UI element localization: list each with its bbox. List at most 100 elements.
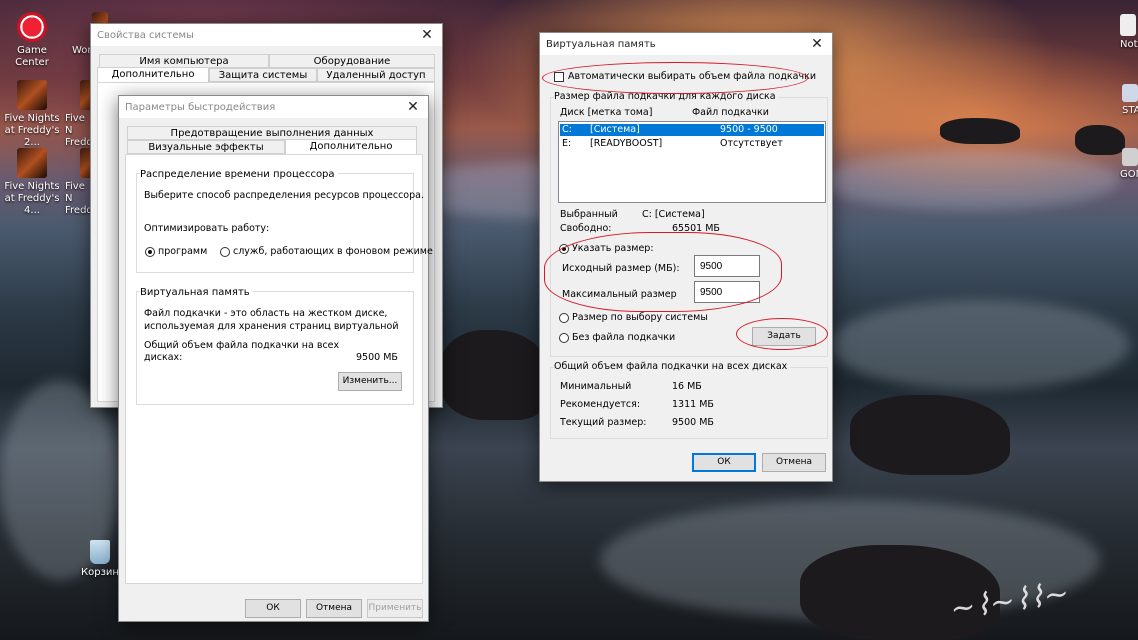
- change-vm-button[interactable]: Изменить...: [338, 372, 402, 391]
- group-title: Виртуальная память: [140, 287, 253, 298]
- tab-remote[interactable]: Удаленный доступ: [317, 68, 435, 82]
- set-button[interactable]: Задать: [752, 327, 816, 346]
- background-wave: [830, 300, 1130, 390]
- desktop-icon-right-1[interactable]: Not: [1116, 14, 1138, 51]
- close-icon[interactable]: ✕: [412, 27, 442, 43]
- drive-label: [Система]: [590, 124, 640, 135]
- no-paging-label[interactable]: Без файла подкачки: [572, 332, 675, 343]
- file-icon: [1120, 14, 1136, 36]
- background-rock: [850, 395, 1010, 475]
- auto-manage-label[interactable]: Автоматически выбирать объем файла подка…: [568, 71, 816, 82]
- drive-size: 9500 - 9500: [720, 124, 778, 135]
- window-title: Виртуальная память: [546, 38, 656, 50]
- titlebar[interactable]: Виртуальная память ✕: [540, 33, 832, 55]
- app-icon: [1122, 84, 1138, 102]
- desktop-icon-label: Five Nights at Freddy's 2...: [4, 113, 60, 148]
- tab-advanced[interactable]: Дополнительно: [97, 67, 209, 83]
- total-paging-label: Общий объем файла подкачки на всех диска…: [554, 361, 791, 372]
- cpu-desc: Выберите способ распределения ресурсов п…: [144, 190, 424, 201]
- desktop-icon-fnaf-b[interactable]: Five N Freddy: [62, 80, 100, 149]
- desktop-icon-label: Five Nights at Freddy's 4...: [4, 181, 60, 216]
- selected-drive-label: Выбранный: [560, 209, 618, 220]
- titlebar[interactable]: Параметры быстродействия ✕: [119, 96, 428, 118]
- close-icon[interactable]: ✕: [398, 99, 428, 115]
- recommended-value: 1311 МБ: [672, 399, 714, 410]
- desktop-icon-label: GOM: [1120, 169, 1138, 180]
- free-space-label: Свободно:: [560, 223, 612, 234]
- vm-desc-line1: Файл подкачки - это область на жестком д…: [144, 308, 388, 319]
- window-title: Параметры быстродействия: [125, 101, 276, 113]
- radio-services-label[interactable]: служб, работающих в фоновом режиме: [233, 246, 433, 257]
- ok-button[interactable]: ОК: [245, 599, 301, 618]
- tab-hardware[interactable]: Оборудование: [269, 54, 435, 68]
- max-size-label: Максимальный размер: [562, 289, 677, 300]
- tab-dep[interactable]: Предотвращение выполнения данных: [127, 126, 417, 140]
- desktop-icon-label: Game Center: [15, 45, 49, 68]
- recycle-bin-icon: [90, 540, 110, 564]
- ok-button[interactable]: ОК: [692, 453, 756, 472]
- cancel-button[interactable]: Отмена: [306, 599, 362, 618]
- auto-manage-checkbox[interactable]: [554, 72, 564, 82]
- desktop-icon-recycle-bin[interactable]: Корзин: [80, 540, 120, 579]
- game-center-icon: [17, 12, 47, 42]
- current-value: 9500 МБ: [672, 417, 714, 428]
- desktop-icon-label: Not: [1120, 39, 1138, 50]
- vm-total-line1: Общий объем файла подкачки на всех: [144, 340, 340, 351]
- radio-system-managed[interactable]: [559, 313, 569, 323]
- performance-options-window[interactable]: Параметры быстродействия ✕ Предотвращени…: [118, 95, 433, 622]
- background-wave: [820, 150, 1120, 210]
- radio-no-paging[interactable]: [559, 333, 569, 343]
- close-icon[interactable]: ✕: [802, 36, 832, 52]
- free-space-value: 65501 МБ: [672, 223, 720, 234]
- desktop-icon-fnaf-c[interactable]: Five N Freddy: [62, 148, 100, 217]
- drive-label: [READYBOOST]: [590, 138, 663, 149]
- tab-visual-effects[interactable]: Визуальные эффекты: [127, 140, 285, 154]
- apply-button[interactable]: Применить: [367, 599, 423, 618]
- radio-programs[interactable]: [145, 247, 155, 257]
- desktop-icon-fnaf4[interactable]: Five Nights at Freddy's 4...: [0, 148, 64, 217]
- max-size-input[interactable]: [694, 281, 760, 303]
- radio-services[interactable]: [220, 247, 230, 257]
- selected-drive-value: C: [Система]: [642, 209, 705, 220]
- desktop-icon-label: Корзин: [81, 567, 119, 578]
- desktop-icon-fnaf2[interactable]: Five Nights at Freddy's 2...: [0, 80, 64, 149]
- tab-panel: Распределение времени процессора Выберит…: [125, 154, 433, 584]
- desktop-icon-game-center[interactable]: Game Center: [0, 12, 64, 69]
- tab-label: Удаленный доступ: [326, 70, 426, 81]
- custom-size-label[interactable]: Указать размер:: [572, 243, 654, 254]
- virtual-memory-window[interactable]: Виртуальная память ✕ Автоматически выбир…: [539, 32, 833, 482]
- drive-list[interactable]: C: [Система] 9500 - 9500 E: [READYBOOST]…: [558, 121, 826, 203]
- per-disk-label: Размер файла подкачки для каждого диска: [554, 91, 779, 102]
- col-file-header: Файл подкачки: [692, 107, 769, 118]
- desktop-icon-label: STA: [1122, 105, 1138, 116]
- fnaf-icon: [17, 148, 47, 178]
- drive-row-e[interactable]: E: [READYBOOST] Отсутствует: [560, 138, 824, 150]
- tab-label: Визуальные эффекты: [148, 142, 264, 153]
- radio-programs-label[interactable]: программ: [158, 246, 207, 257]
- drive-letter: C:: [562, 124, 572, 135]
- cancel-button[interactable]: Отмена: [762, 453, 826, 472]
- system-managed-label[interactable]: Размер по выбору системы: [572, 312, 708, 323]
- desktop-icon-right-3[interactable]: GOM: [1116, 148, 1138, 181]
- optimize-label: Оптимизировать работу:: [144, 223, 270, 234]
- desktop-icon-right-2[interactable]: STA: [1116, 84, 1138, 117]
- background-rock: [940, 118, 1020, 144]
- min-label: Минимальный: [560, 381, 632, 392]
- drive-letter: E:: [562, 138, 572, 149]
- tab-label: Защита системы: [218, 70, 308, 81]
- radio-custom-size[interactable]: [559, 244, 569, 254]
- drive-row-c[interactable]: C: [Система] 9500 - 9500: [560, 124, 824, 136]
- current-label: Текущий размер:: [560, 417, 647, 428]
- min-value: 16 МБ: [672, 381, 702, 392]
- tab-advanced[interactable]: Дополнительно: [285, 139, 417, 155]
- window-title: Свойства системы: [97, 29, 194, 41]
- tab-system-protection[interactable]: Защита системы: [209, 68, 317, 82]
- tab-label: Дополнительно: [309, 141, 393, 152]
- titlebar[interactable]: Свойства системы ✕: [91, 24, 442, 46]
- col-disk-header: Диск [метка тома]: [560, 107, 653, 118]
- desktop-icon-label: Wor: [72, 45, 92, 56]
- initial-size-input[interactable]: [694, 255, 760, 277]
- tab-label: Имя компьютера: [139, 56, 229, 67]
- tab-computer-name[interactable]: Имя компьютера: [99, 54, 269, 68]
- initial-size-label: Исходный размер (МБ):: [562, 263, 680, 274]
